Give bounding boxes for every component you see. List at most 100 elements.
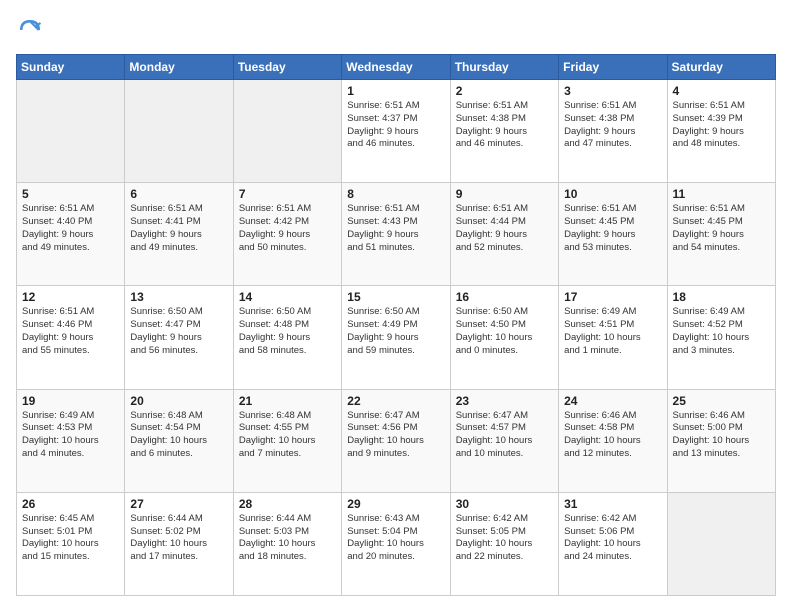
day-number: 28 <box>239 497 336 511</box>
day-info: Sunrise: 6:51 AM Sunset: 4:45 PM Dayligh… <box>673 203 770 254</box>
day-cell-16: 16 Sunrise: 6:50 AM Sunset: 4:50 PM Dayli… <box>450 286 558 389</box>
day-number: 27 <box>130 497 227 511</box>
day-number: 16 <box>456 290 553 304</box>
day-number: 24 <box>564 394 661 408</box>
day-info: Sunrise: 6:49 AM Sunset: 4:52 PM Dayligh… <box>673 306 770 357</box>
day-cell-30: 30 Sunrise: 6:42 AM Sunset: 5:05 PM Dayli… <box>450 492 558 595</box>
day-number: 22 <box>347 394 444 408</box>
day-number: 25 <box>673 394 770 408</box>
day-cell-31: 31 Sunrise: 6:42 AM Sunset: 5:06 PM Dayli… <box>559 492 667 595</box>
day-info: Sunrise: 6:45 AM Sunset: 5:01 PM Dayligh… <box>22 513 119 564</box>
day-number: 10 <box>564 187 661 201</box>
day-info: Sunrise: 6:47 AM Sunset: 4:56 PM Dayligh… <box>347 410 444 461</box>
day-cell-empty <box>667 492 775 595</box>
day-cell-15: 15 Sunrise: 6:50 AM Sunset: 4:49 PM Dayli… <box>342 286 450 389</box>
day-number: 4 <box>673 84 770 98</box>
day-cell-empty <box>17 80 125 183</box>
day-cell-29: 29Sunrise: 6:43 AM Sunset: 5:04 PM Dayli… <box>342 492 450 595</box>
day-info: Sunrise: 6:51 AM Sunset: 4:46 PM Dayligh… <box>22 306 119 357</box>
week-row-0: 1Sunrise: 6:51 AM Sunset: 4:37 PM Daylig… <box>17 80 776 183</box>
day-cell-13: 13Sunrise: 6:50 AM Sunset: 4:47 PM Dayli… <box>125 286 233 389</box>
day-cell-7: 7 Sunrise: 6:51 AM Sunset: 4:42 PM Daylig… <box>233 183 341 286</box>
day-number: 14 <box>239 290 336 304</box>
day-number: 29 <box>347 497 444 511</box>
col-header-monday: Monday <box>125 55 233 80</box>
col-header-thursday: Thursday <box>450 55 558 80</box>
day-number: 18 <box>673 290 770 304</box>
day-info: Sunrise: 6:50 AM Sunset: 4:50 PM Dayligh… <box>456 306 553 357</box>
day-number: 8 <box>347 187 444 201</box>
day-number: 5 <box>22 187 119 201</box>
day-info: Sunrise: 6:51 AM Sunset: 4:44 PM Dayligh… <box>456 203 553 254</box>
col-header-sunday: Sunday <box>17 55 125 80</box>
day-cell-22: 22 Sunrise: 6:47 AM Sunset: 4:56 PM Dayli… <box>342 389 450 492</box>
day-cell-1: 1Sunrise: 6:51 AM Sunset: 4:37 PM Daylig… <box>342 80 450 183</box>
day-info: Sunrise: 6:51 AM Sunset: 4:45 PM Dayligh… <box>564 203 661 254</box>
day-info: Sunrise: 6:44 AM Sunset: 5:03 PM Dayligh… <box>239 513 336 564</box>
day-info: Sunrise: 6:47 AM Sunset: 4:57 PM Dayligh… <box>456 410 553 461</box>
day-info: Sunrise: 6:50 AM Sunset: 4:49 PM Dayligh… <box>347 306 444 357</box>
day-info: Sunrise: 6:51 AM Sunset: 4:40 PM Dayligh… <box>22 203 119 254</box>
day-cell-12: 12Sunrise: 6:51 AM Sunset: 4:46 PM Dayli… <box>17 286 125 389</box>
day-number: 3 <box>564 84 661 98</box>
day-info: Sunrise: 6:42 AM Sunset: 5:06 PM Dayligh… <box>564 513 661 564</box>
day-cell-2: 2 Sunrise: 6:51 AM Sunset: 4:38 PM Daylig… <box>450 80 558 183</box>
day-cell-11: 11 Sunrise: 6:51 AM Sunset: 4:45 PM Dayli… <box>667 183 775 286</box>
day-number: 7 <box>239 187 336 201</box>
day-info: Sunrise: 6:51 AM Sunset: 4:42 PM Dayligh… <box>239 203 336 254</box>
calendar: SundayMondayTuesdayWednesdayThursdayFrid… <box>16 54 776 596</box>
week-row-3: 19 Sunrise: 6:49 AM Sunset: 4:53 PM Dayli… <box>17 389 776 492</box>
day-info: Sunrise: 6:46 AM Sunset: 4:58 PM Dayligh… <box>564 410 661 461</box>
day-number: 23 <box>456 394 553 408</box>
day-cell-10: 10 Sunrise: 6:51 AM Sunset: 4:45 PM Dayli… <box>559 183 667 286</box>
day-cell-empty <box>125 80 233 183</box>
day-info: Sunrise: 6:50 AM Sunset: 4:47 PM Dayligh… <box>130 306 227 357</box>
day-number: 11 <box>673 187 770 201</box>
day-cell-3: 3 Sunrise: 6:51 AM Sunset: 4:38 PM Daylig… <box>559 80 667 183</box>
day-cell-19: 19 Sunrise: 6:49 AM Sunset: 4:53 PM Dayli… <box>17 389 125 492</box>
day-cell-20: 20Sunrise: 6:48 AM Sunset: 4:54 PM Dayli… <box>125 389 233 492</box>
day-number: 31 <box>564 497 661 511</box>
day-cell-18: 18 Sunrise: 6:49 AM Sunset: 4:52 PM Dayli… <box>667 286 775 389</box>
day-cell-5: 5 Sunrise: 6:51 AM Sunset: 4:40 PM Daylig… <box>17 183 125 286</box>
day-info: Sunrise: 6:49 AM Sunset: 4:53 PM Dayligh… <box>22 410 119 461</box>
day-info: Sunrise: 6:51 AM Sunset: 4:38 PM Dayligh… <box>456 100 553 151</box>
day-number: 2 <box>456 84 553 98</box>
week-row-1: 5 Sunrise: 6:51 AM Sunset: 4:40 PM Daylig… <box>17 183 776 286</box>
day-cell-14: 14 Sunrise: 6:50 AM Sunset: 4:48 PM Dayli… <box>233 286 341 389</box>
day-info: Sunrise: 6:42 AM Sunset: 5:05 PM Dayligh… <box>456 513 553 564</box>
day-number: 6 <box>130 187 227 201</box>
logo <box>16 16 48 44</box>
day-cell-21: 21 Sunrise: 6:48 AM Sunset: 4:55 PM Dayli… <box>233 389 341 492</box>
day-cell-26: 26 Sunrise: 6:45 AM Sunset: 5:01 PM Dayli… <box>17 492 125 595</box>
day-info: Sunrise: 6:46 AM Sunset: 5:00 PM Dayligh… <box>673 410 770 461</box>
day-cell-28: 28 Sunrise: 6:44 AM Sunset: 5:03 PM Dayli… <box>233 492 341 595</box>
day-cell-8: 8 Sunrise: 6:51 AM Sunset: 4:43 PM Daylig… <box>342 183 450 286</box>
day-cell-17: 17Sunrise: 6:49 AM Sunset: 4:51 PM Dayli… <box>559 286 667 389</box>
col-header-friday: Friday <box>559 55 667 80</box>
day-cell-25: 25 Sunrise: 6:46 AM Sunset: 5:00 PM Dayli… <box>667 389 775 492</box>
day-number: 17 <box>564 290 661 304</box>
col-header-wednesday: Wednesday <box>342 55 450 80</box>
week-row-4: 26 Sunrise: 6:45 AM Sunset: 5:01 PM Dayli… <box>17 492 776 595</box>
col-header-saturday: Saturday <box>667 55 775 80</box>
day-cell-4: 4 Sunrise: 6:51 AM Sunset: 4:39 PM Daylig… <box>667 80 775 183</box>
day-info: Sunrise: 6:50 AM Sunset: 4:48 PM Dayligh… <box>239 306 336 357</box>
day-cell-9: 9Sunrise: 6:51 AM Sunset: 4:44 PM Daylig… <box>450 183 558 286</box>
day-info: Sunrise: 6:51 AM Sunset: 4:39 PM Dayligh… <box>673 100 770 151</box>
day-number: 30 <box>456 497 553 511</box>
day-info: Sunrise: 6:51 AM Sunset: 4:38 PM Dayligh… <box>564 100 661 151</box>
logo-icon <box>16 16 44 44</box>
day-info: Sunrise: 6:48 AM Sunset: 4:54 PM Dayligh… <box>130 410 227 461</box>
day-cell-23: 23 Sunrise: 6:47 AM Sunset: 4:57 PM Dayli… <box>450 389 558 492</box>
day-number: 21 <box>239 394 336 408</box>
day-number: 26 <box>22 497 119 511</box>
day-cell-empty <box>233 80 341 183</box>
header <box>16 16 776 44</box>
week-row-2: 12Sunrise: 6:51 AM Sunset: 4:46 PM Dayli… <box>17 286 776 389</box>
day-number: 19 <box>22 394 119 408</box>
day-cell-27: 27Sunrise: 6:44 AM Sunset: 5:02 PM Dayli… <box>125 492 233 595</box>
day-info: Sunrise: 6:51 AM Sunset: 4:43 PM Dayligh… <box>347 203 444 254</box>
day-info: Sunrise: 6:48 AM Sunset: 4:55 PM Dayligh… <box>239 410 336 461</box>
day-number: 15 <box>347 290 444 304</box>
